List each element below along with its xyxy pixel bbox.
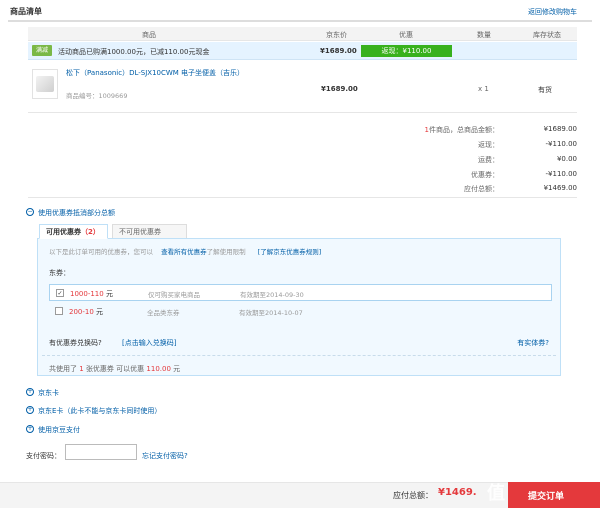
- promotion-row: 满减 活动商品已购满1000.00元，已减110.00元现金 ¥1689.00 …: [28, 42, 577, 60]
- e-card-option[interactable]: 京东E卡（此卡不能与京东卡同时使用）: [38, 406, 161, 416]
- plus-circle-icon[interactable]: +: [26, 425, 34, 433]
- payment-password-label: 支付密码：: [26, 452, 61, 460]
- plus-circle-icon[interactable]: +: [26, 388, 34, 396]
- summary-total-goods: ¥1689.00: [543, 125, 577, 133]
- divider: [28, 197, 577, 198]
- forgot-password-link[interactable]: 忘记支付密码?: [142, 451, 188, 461]
- coupon-rules-link[interactable]: [了解京东优惠券规则]: [258, 248, 322, 256]
- checkbox-icon[interactable]: [55, 307, 63, 315]
- summary-coupon-value: -¥110.00: [545, 170, 577, 178]
- coupon-section-toggle[interactable]: 使用优惠券抵消部分总额: [38, 208, 115, 218]
- coupon-intro: 以下是此订单可用的优惠券，您可以 查看所有优惠券了解使用限制 [了解京东优惠券规…: [49, 248, 322, 256]
- summary-rebate-label: 返现：: [478, 141, 499, 149]
- coupon-expiry: 有效期至2014-10-07: [239, 309, 303, 317]
- coupon-item[interactable]: ✓ 1000-110 元 仅可购买家电商品 有效期至2014-09-30: [49, 284, 552, 301]
- view-all-coupons-link[interactable]: 查看所有优惠券: [161, 248, 207, 256]
- summary-payable-label: 应付总额：: [464, 185, 499, 193]
- back-to-cart-link[interactable]: 返回修改购物车: [528, 7, 577, 17]
- col-price: 京东价: [326, 31, 347, 39]
- coupon-amount: 200-10 元: [69, 308, 104, 316]
- title-divider: [8, 20, 592, 22]
- product-price: ¥1689.00: [321, 85, 358, 93]
- summary-shipping-value: ¥0.00: [556, 155, 577, 163]
- product-qty: x 1: [478, 85, 489, 93]
- promo-price: ¥1689.00: [320, 47, 357, 55]
- coupon-scope: 全品类东券: [147, 309, 180, 317]
- promo-text: 活动商品已购满1000.00元，已减110.00元现金: [58, 48, 210, 56]
- submit-order-button[interactable]: 提交订单: [508, 482, 600, 508]
- footer-total-label: 应付总额：: [393, 491, 433, 500]
- payment-password-input[interactable]: [65, 444, 137, 460]
- col-qty: 数量: [477, 31, 491, 39]
- summary-rebate-value: -¥110.00: [545, 140, 577, 148]
- rebate-badge: 返现：¥110.00: [361, 45, 452, 57]
- col-discount: 优惠: [399, 31, 413, 39]
- watermark: 值: [487, 483, 505, 504]
- page-title: 商品清单: [10, 7, 42, 16]
- coupon-usage-summary: 共使用了 1 张优惠券 可以优惠 110.00 元: [49, 365, 181, 373]
- coupon-expiry: 有效期至2014-09-30: [240, 291, 304, 299]
- product-thumbnail[interactable]: [32, 69, 58, 99]
- promo-badge: 满减: [32, 45, 52, 56]
- checkbox-icon[interactable]: ✓: [56, 289, 64, 297]
- col-stock: 库存状态: [533, 31, 561, 39]
- tab-unavailable-coupons[interactable]: 不可用优惠券（11）: [112, 224, 187, 251]
- redeem-code-question: 有优惠券兑换码?: [49, 339, 102, 347]
- coupon-group-label: 东券：: [49, 269, 70, 277]
- product-code: 商品编号：1009669: [66, 92, 128, 100]
- product-stock: 有货: [538, 86, 552, 94]
- coupon-amount: 1000-110 元: [70, 290, 113, 298]
- summary-count-label: 1件商品，总商品金额：: [424, 126, 499, 134]
- summary-shipping-label: 运费：: [478, 156, 499, 164]
- product-name-link[interactable]: 松下（Panasonic）DL-SJX10CWM 电子坐便盖（吉乐）: [66, 68, 244, 78]
- physical-coupon-link[interactable]: 有实体券?: [517, 338, 549, 348]
- tab-available-coupons[interactable]: 可用优惠券（2）: [39, 224, 108, 239]
- jd-card-option[interactable]: 京东卡: [38, 388, 59, 398]
- col-product: 商品: [142, 31, 156, 39]
- footer-total-amount: ¥1469.: [438, 487, 477, 498]
- plus-circle-icon[interactable]: +: [26, 406, 34, 414]
- summary-coupon-label: 优惠券：: [471, 171, 499, 179]
- coupon-scope: 仅可购买家电商品: [148, 291, 200, 299]
- enter-redeem-code-link[interactable]: [点击输入兑换码]: [122, 338, 176, 348]
- table-header: 商品 京东价 优惠 数量 库存状态: [28, 27, 577, 41]
- dashed-divider: [42, 355, 556, 356]
- minus-circle-icon[interactable]: −: [26, 208, 34, 216]
- coupon-item[interactable]: 200-10 元 全品类东券 有效期至2014-10-07: [49, 303, 552, 320]
- jingdou-option[interactable]: 使用京豆支付: [38, 425, 80, 435]
- divider: [28, 112, 577, 113]
- summary-payable-value: ¥1469.00: [543, 184, 577, 192]
